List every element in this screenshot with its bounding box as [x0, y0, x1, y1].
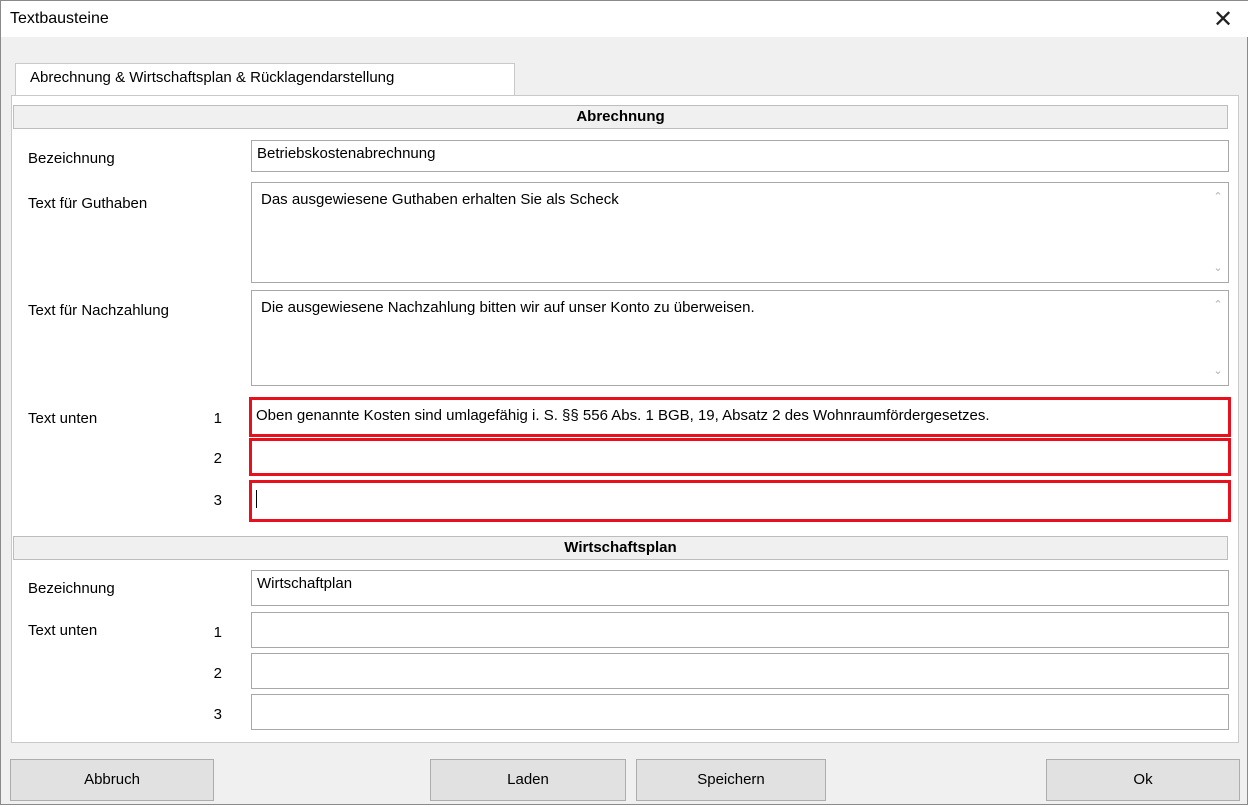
- text-guthaben-scrollbar[interactable]: ⌃ ⌄: [1209, 184, 1227, 281]
- section-header-abrechnung: Abrechnung: [13, 105, 1228, 129]
- scroll-up-icon[interactable]: ⌃: [1209, 188, 1227, 206]
- laden-button[interactable]: Laden: [430, 759, 626, 801]
- abrechnung-text-unten-1-input[interactable]: Oben genannte Kosten sind umlagefähig i.…: [249, 397, 1231, 437]
- textbausteine-dialog: Textbausteine ✕ Abrechnung & Wirtschafts…: [0, 0, 1249, 805]
- scroll-down-icon[interactable]: ⌄: [1209, 259, 1227, 277]
- text-nachzahlung-value: Die ausgewiesene Nachzahlung bitten wir …: [261, 299, 755, 316]
- abrechnung-line-number-2: 2: [213, 450, 222, 467]
- abrechnung-text-unten-label: Text unten: [28, 410, 98, 427]
- text-guthaben-value: Das ausgewiesene Guthaben erhalten Sie a…: [261, 191, 619, 208]
- window-title: Textbausteine: [10, 10, 109, 27]
- wirtschaftsplan-text-unten-1-input[interactable]: [251, 612, 1229, 648]
- ok-button[interactable]: Ok: [1046, 759, 1240, 801]
- scroll-up-icon[interactable]: ⌃: [1209, 296, 1227, 314]
- abrechnung-bezeichnung-input[interactable]: Betriebskostenabrechnung: [251, 140, 1229, 172]
- text-nachzahlung-scrollbar[interactable]: ⌃ ⌄: [1209, 292, 1227, 384]
- wirtschaftsplan-bezeichnung-label: Bezeichnung: [28, 580, 115, 597]
- text-guthaben-textarea[interactable]: Das ausgewiesene Guthaben erhalten Sie a…: [251, 182, 1229, 283]
- text-nachzahlung-textarea[interactable]: Die ausgewiesene Nachzahlung bitten wir …: [251, 290, 1229, 386]
- wirtschaftsplan-text-unten-2-input[interactable]: [251, 653, 1229, 689]
- abrechnung-line-number-1: 1: [213, 410, 222, 427]
- abrechnung-text-unten-3-input[interactable]: [249, 480, 1231, 522]
- wirtschaftsplan-text-unten-label: Text unten: [28, 622, 98, 639]
- tab-abrechnung-wirtschaftsplan[interactable]: Abrechnung & Wirtschaftsplan & Rücklagen…: [15, 63, 515, 95]
- tab-panel: Abrechnung Bezeichnung Betriebskostenabr…: [11, 95, 1239, 743]
- close-icon[interactable]: ✕: [1205, 3, 1241, 35]
- wirtschaftsplan-line-number-2: 2: [213, 665, 222, 682]
- wirtschaftsplan-bezeichnung-input[interactable]: Wirtschaftplan: [251, 570, 1229, 606]
- wirtschaftsplan-text-unten-3-input[interactable]: [251, 694, 1229, 730]
- wirtschaftsplan-line-number-1: 1: [213, 624, 222, 641]
- text-cursor: [256, 490, 257, 509]
- scroll-down-icon[interactable]: ⌄: [1209, 362, 1227, 380]
- title-bar: Textbausteine ✕: [1, 1, 1249, 37]
- abbruch-button[interactable]: Abbruch: [10, 759, 214, 801]
- text-nachzahlung-label: Text für Nachzahlung: [28, 302, 169, 319]
- wirtschaftsplan-line-number-3: 3: [213, 706, 222, 723]
- abrechnung-line-number-3: 3: [213, 492, 222, 509]
- abrechnung-bezeichnung-label: Bezeichnung: [28, 150, 115, 167]
- section-header-wirtschaftsplan: Wirtschaftsplan: [13, 536, 1228, 560]
- speichern-button[interactable]: Speichern: [636, 759, 826, 801]
- abrechnung-text-unten-2-input[interactable]: [249, 438, 1231, 476]
- text-guthaben-label: Text für Guthaben: [28, 195, 148, 212]
